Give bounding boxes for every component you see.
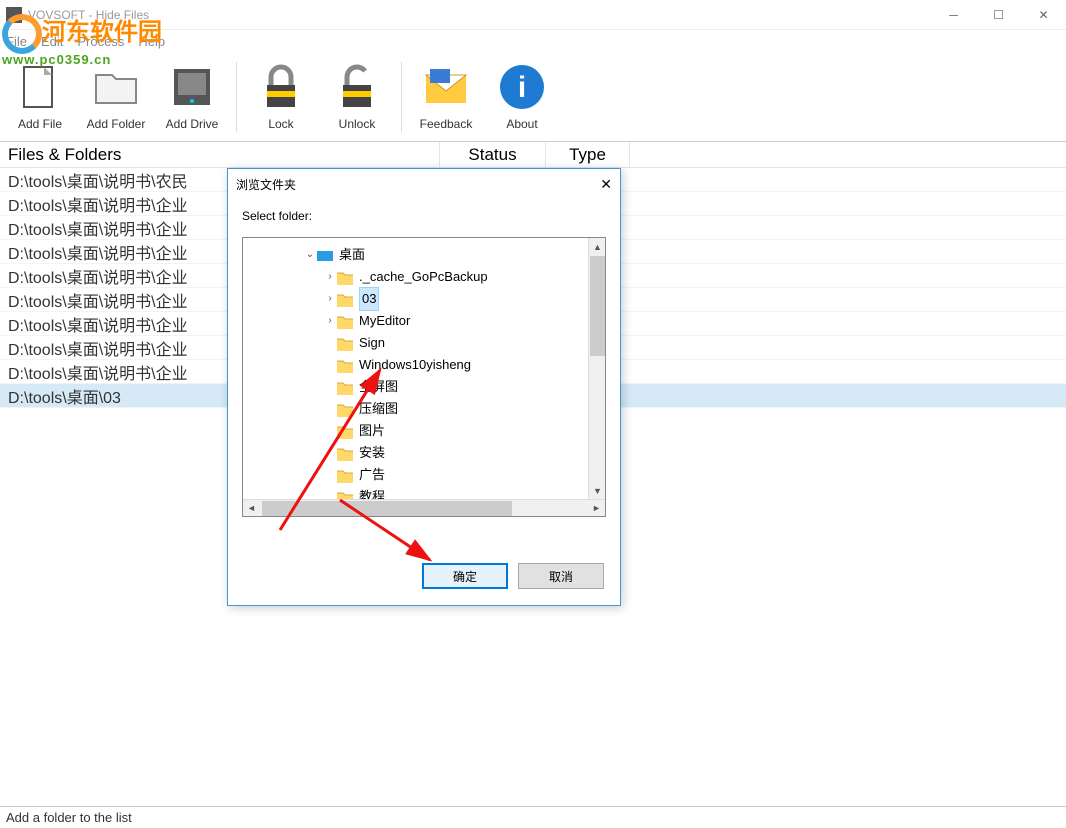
dialog-titlebar: 浏览文件夹 ✕ [228, 169, 620, 199]
separator [236, 62, 237, 132]
add-folder-button[interactable]: Add Folder [80, 53, 152, 141]
status-text: Add a folder to the list [6, 810, 132, 825]
tree-item[interactable]: ›._cache_GoPcBackup [243, 266, 605, 288]
menu-help[interactable]: Help [138, 34, 165, 49]
info-icon: i [498, 63, 546, 111]
add-folder-label: Add Folder [87, 117, 146, 131]
dialog-body: Select folder: ⌄桌面›._cache_GoPcBackup›03… [228, 199, 620, 527]
feedback-button[interactable]: Feedback [410, 53, 482, 141]
lock-button[interactable]: Lock [245, 53, 317, 141]
file-icon [16, 63, 64, 111]
maximize-button[interactable]: ☐ [976, 0, 1021, 30]
separator [401, 62, 402, 132]
tree-item[interactable]: 广告 [243, 464, 605, 486]
dialog-close-button[interactable]: ✕ [600, 176, 612, 193]
tree-item[interactable]: 压缩图 [243, 398, 605, 420]
svg-text:i: i [518, 71, 526, 104]
envelope-icon [422, 63, 470, 111]
scroll-thumb[interactable] [262, 501, 512, 516]
drive-icon [168, 63, 216, 111]
menubar: File Edit Process Help [0, 30, 1066, 52]
add-drive-button[interactable]: Add Drive [156, 53, 228, 141]
lock-icon [257, 63, 305, 111]
add-file-label: Add File [18, 117, 62, 131]
tree-item[interactable]: 安装 [243, 442, 605, 464]
scrollbar-horizontal[interactable]: ◄ ► [243, 499, 605, 516]
app-icon [6, 7, 22, 23]
column-status[interactable]: Status [440, 142, 546, 167]
folder-tree[interactable]: ⌄桌面›._cache_GoPcBackup›03›MyEditorSignWi… [242, 237, 606, 517]
about-button[interactable]: i About [486, 53, 558, 141]
close-button[interactable]: ✕ [1021, 0, 1066, 30]
ok-button[interactable]: 确定 [422, 563, 508, 589]
menu-file[interactable]: File [6, 34, 27, 49]
menu-edit[interactable]: Edit [41, 34, 63, 49]
tree-item[interactable]: ›03 [243, 288, 605, 310]
toolbar: Add File Add Folder Add Drive Lock Unloc… [0, 52, 1066, 142]
list-header: Files & Folders Status Type [0, 142, 1066, 168]
unlock-label: Unlock [339, 117, 376, 131]
add-file-button[interactable]: Add File [4, 53, 76, 141]
statusbar: Add a folder to the list [0, 806, 1066, 828]
dialog-buttons: 确定 取消 [422, 563, 604, 589]
window-title: VOVSOFT - Hide Files [28, 8, 149, 22]
scroll-right-icon[interactable]: ► [588, 500, 605, 517]
tree-item[interactable]: ›MyEditor [243, 310, 605, 332]
unlock-button[interactable]: Unlock [321, 53, 393, 141]
folder-icon [92, 63, 140, 111]
titlebar: VOVSOFT - Hide Files ─ ☐ ✕ [0, 0, 1066, 30]
tree-item[interactable]: Sign [243, 332, 605, 354]
tree-item[interactable]: Windows10yisheng [243, 354, 605, 376]
tree-item[interactable]: 全屏图 [243, 376, 605, 398]
minimize-button[interactable]: ─ [931, 0, 976, 30]
menu-process[interactable]: Process [77, 34, 124, 49]
unlock-icon [333, 63, 381, 111]
browse-folder-dialog: 浏览文件夹 ✕ Select folder: ⌄桌面›._cache_GoPcB… [227, 168, 621, 606]
scroll-left-icon[interactable]: ◄ [243, 500, 260, 517]
feedback-label: Feedback [420, 117, 473, 131]
tree-item[interactable]: 图片 [243, 420, 605, 442]
scrollbar-vertical[interactable]: ▲ ▼ [588, 238, 605, 499]
dialog-prompt: Select folder: [242, 209, 606, 223]
add-drive-label: Add Drive [166, 117, 219, 131]
scroll-down-icon[interactable]: ▼ [589, 482, 606, 499]
about-label: About [506, 117, 537, 131]
scroll-up-icon[interactable]: ▲ [589, 238, 606, 255]
window-controls: ─ ☐ ✕ [931, 0, 1066, 30]
tree-root[interactable]: ⌄桌面 [243, 244, 605, 266]
column-files[interactable]: Files & Folders [0, 142, 440, 167]
scroll-thumb[interactable] [590, 256, 605, 356]
lock-label: Lock [268, 117, 293, 131]
column-type[interactable]: Type [546, 142, 630, 167]
dialog-title-text: 浏览文件夹 [236, 176, 296, 193]
cancel-button[interactable]: 取消 [518, 563, 604, 589]
